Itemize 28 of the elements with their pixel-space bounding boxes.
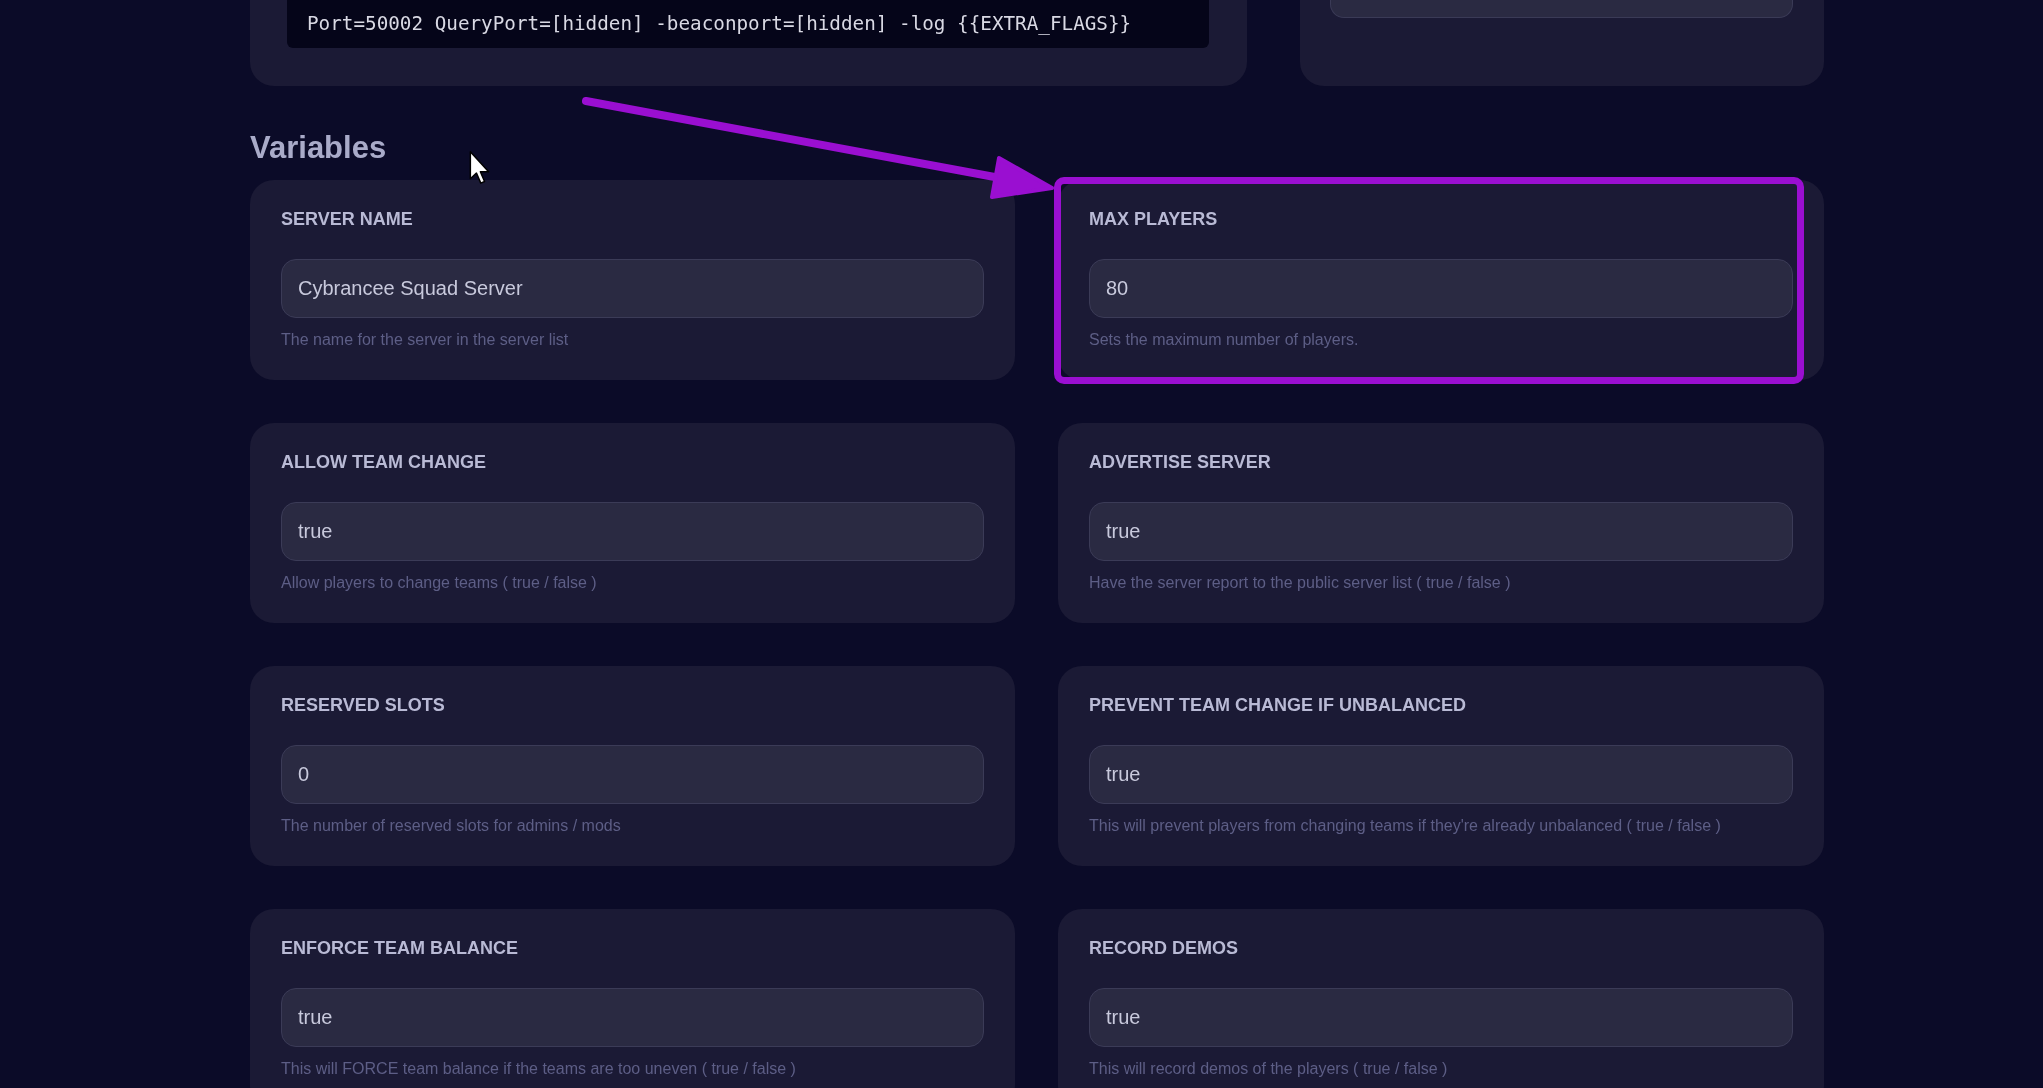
field-label: ADVERTISE SERVER [1089, 451, 1272, 473]
field-label: ENFORCE TEAM BALANCE [281, 937, 519, 959]
field-label: RECORD DEMOS [1089, 937, 1239, 959]
field-label: RESERVED SLOTS [281, 694, 446, 716]
help-text: Have the server report to the public server list ( true / false ) [1089, 573, 1512, 593]
text-input[interactable]: true [281, 988, 984, 1047]
help-text: This will record demos of the players ( true / false ) [1089, 1059, 1449, 1079]
command-line: Port=50002 QueryPort=[hidden] -beaconport=[hidden] -log {{EXTRA_FLAGS}} [307, 11, 1133, 37]
help-text: Sets the maximum number of players. [1089, 330, 1360, 350]
text-input[interactable]: true [1089, 745, 1793, 804]
text-input[interactable]: 80 [1089, 259, 1793, 318]
text-input[interactable]: true [1089, 502, 1793, 561]
text-input[interactable]: Cybrancee Squad Server [281, 259, 984, 318]
help-text: Allow players to change teams ( true / false ) [281, 573, 598, 593]
text-input[interactable]: true [281, 502, 984, 561]
input-field[interactable] [1330, 0, 1793, 18]
text-input[interactable]: true [1089, 988, 1793, 1047]
field-label: SERVER NAME [281, 208, 414, 230]
help-text: This will FORCE team balance if the teams are too uneven ( true / false ) [281, 1059, 797, 1079]
field-label: PREVENT TEAM CHANGE IF UNBALANCED [1089, 694, 1467, 716]
section-heading: Variables [250, 130, 387, 166]
text-input[interactable]: 0 [281, 745, 984, 804]
field-label: MAX PLAYERS [1089, 208, 1219, 230]
help-text: The number of reserved slots for admins / mods [281, 816, 622, 836]
help-text: This will prevent players from changing teams if they're already unbalanced ( true / false ) [1089, 816, 1722, 836]
help-text: The name for the server in the server list [281, 330, 570, 350]
field-label: ALLOW TEAM CHANGE [281, 451, 487, 473]
cursor-icon [469, 150, 492, 186]
